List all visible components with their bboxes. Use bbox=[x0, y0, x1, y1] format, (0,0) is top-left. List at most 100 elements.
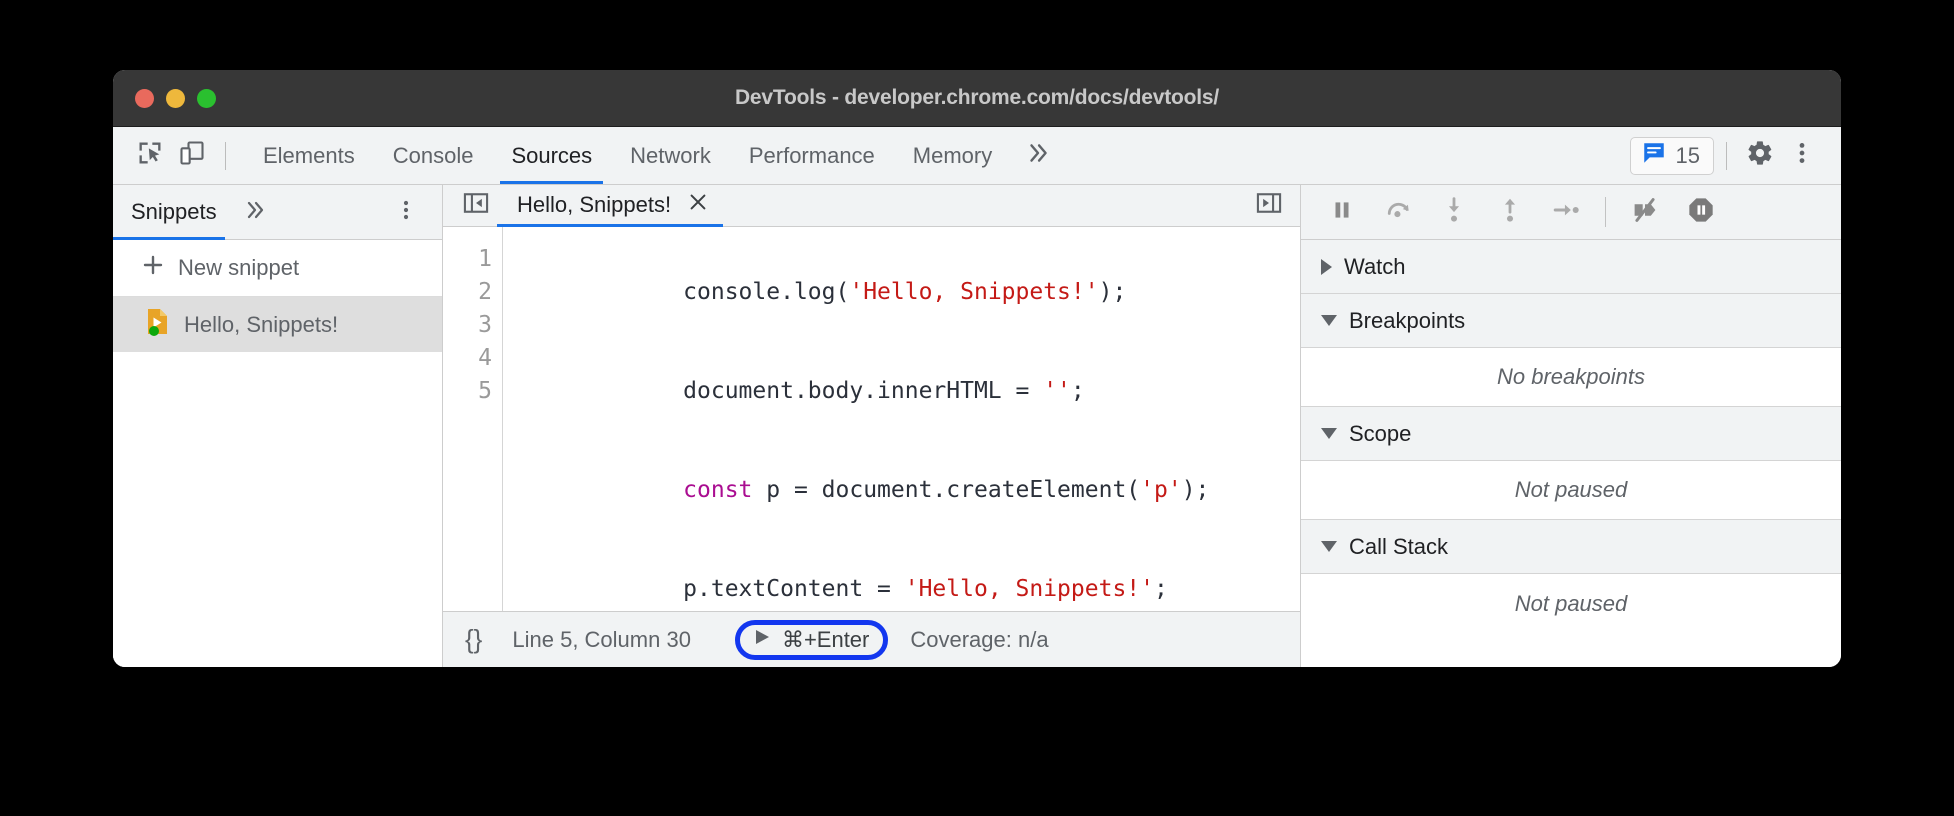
code-token-string: 'Hello, Snippets!' bbox=[905, 576, 1154, 602]
editor-tab-hello-snippets[interactable]: Hello, Snippets! bbox=[497, 185, 725, 226]
line-number: 3 bbox=[443, 309, 492, 342]
window-title: DevTools - developer.chrome.com/docs/dev… bbox=[113, 86, 1841, 110]
settings-button[interactable] bbox=[1739, 136, 1781, 176]
tab-memory[interactable]: Memory bbox=[894, 127, 1011, 184]
line-number-gutter: 1 2 3 4 5 bbox=[443, 227, 503, 611]
step-over-icon bbox=[1384, 196, 1412, 229]
sidebar-section-title: Breakpoints bbox=[1349, 308, 1465, 334]
play-icon bbox=[752, 627, 772, 653]
tab-elements[interactable]: Elements bbox=[244, 127, 374, 184]
window-minimize-button[interactable] bbox=[166, 89, 185, 108]
window-close-button[interactable] bbox=[135, 89, 154, 108]
expand-sidebar-button[interactable] bbox=[1248, 185, 1290, 225]
device-toolbar-button[interactable] bbox=[171, 136, 213, 176]
code-token: ); bbox=[1182, 477, 1210, 503]
code-token: ; bbox=[1154, 576, 1168, 602]
debugger-toolbar-divider bbox=[1605, 197, 1606, 227]
sidebar-section-title: Scope bbox=[1349, 421, 1411, 447]
step-over-button[interactable] bbox=[1373, 191, 1423, 233]
breakpoints-empty-message: No breakpoints bbox=[1301, 348, 1841, 407]
tab-sources-label: Sources bbox=[511, 143, 592, 169]
three-dot-menu-icon bbox=[394, 198, 418, 227]
chevron-down-icon bbox=[1321, 315, 1337, 326]
window-maximize-button[interactable] bbox=[197, 89, 216, 108]
code-token: p.textContent = bbox=[683, 576, 905, 602]
collapse-sidebar-left-icon bbox=[462, 189, 490, 222]
toolbar-divider bbox=[225, 142, 226, 170]
code-line: document.body.innerHTML = ''; bbox=[517, 342, 1300, 441]
tab-console[interactable]: Console bbox=[374, 127, 493, 184]
sidebar-section-title: Watch bbox=[1344, 254, 1406, 280]
code-token: ); bbox=[1099, 279, 1127, 305]
gear-icon bbox=[1746, 139, 1774, 172]
line-number: 2 bbox=[443, 276, 492, 309]
editor-statusbar: {} Line 5, Column 30 ⌘+Enter Coverage: n… bbox=[443, 611, 1300, 667]
devtools-window: DevTools - developer.chrome.com/docs/dev… bbox=[113, 70, 1841, 667]
sidebar-section-call-stack[interactable]: Call Stack bbox=[1301, 520, 1841, 574]
code-line: const p = document.createElement('p'); bbox=[517, 441, 1300, 540]
step-out-icon bbox=[1497, 196, 1523, 229]
editor-tabbar: Hello, Snippets! bbox=[443, 185, 1300, 227]
console-messages-badge[interactable]: 15 bbox=[1630, 137, 1714, 175]
code-lines[interactable]: console.log( 'Hello, Snippets!'); documen… bbox=[503, 227, 1300, 611]
navigator-tabbar: Snippets bbox=[113, 185, 442, 240]
chevron-double-right-icon bbox=[243, 198, 267, 227]
line-number: 5 bbox=[443, 375, 492, 408]
navigator-more-tabs-button[interactable] bbox=[233, 198, 277, 227]
step-out-button[interactable] bbox=[1485, 191, 1535, 233]
code-token-string: '' bbox=[1043, 378, 1071, 404]
pause-on-exceptions-button[interactable] bbox=[1676, 191, 1726, 233]
new-snippet-label: New snippet bbox=[178, 255, 299, 281]
step-into-icon bbox=[1441, 196, 1467, 229]
debugger-toolbar bbox=[1301, 185, 1841, 240]
tab-network[interactable]: Network bbox=[611, 127, 730, 184]
panel-tab-list: Elements Console Sources Network Perform… bbox=[244, 127, 1065, 184]
devtools-body: Snippets bbox=[113, 185, 1841, 667]
code-token: ; bbox=[1071, 378, 1085, 404]
new-snippet-button[interactable]: New snippet bbox=[113, 240, 442, 297]
window-titlebar: DevTools - developer.chrome.com/docs/dev… bbox=[113, 70, 1841, 127]
inspect-element-icon bbox=[136, 139, 164, 172]
main-menu-button[interactable] bbox=[1781, 136, 1823, 176]
inspect-element-button[interactable] bbox=[129, 136, 171, 176]
tab-console-label: Console bbox=[393, 143, 474, 169]
run-snippet-button[interactable]: ⌘+Enter bbox=[735, 620, 888, 660]
list-item[interactable]: Hello, Snippets! bbox=[113, 297, 442, 352]
more-panels-button[interactable] bbox=[1011, 127, 1065, 184]
expand-sidebar-right-icon bbox=[1255, 189, 1283, 222]
tab-performance[interactable]: Performance bbox=[730, 127, 894, 184]
tab-sources[interactable]: Sources bbox=[492, 127, 611, 184]
code-token: console.log( bbox=[683, 279, 849, 305]
sidebar-section-watch[interactable]: Watch bbox=[1301, 240, 1841, 294]
plus-icon bbox=[141, 253, 165, 283]
list-item-label: Hello, Snippets! bbox=[184, 312, 338, 338]
deactivate-breakpoints-icon bbox=[1630, 196, 1660, 229]
toolbar-divider-2 bbox=[1726, 142, 1727, 170]
pause-on-exceptions-icon bbox=[1687, 196, 1715, 229]
traffic-light-group bbox=[113, 89, 216, 108]
device-toolbar-icon bbox=[178, 139, 206, 172]
editor-tab-label: Hello, Snippets! bbox=[517, 192, 671, 218]
tab-performance-label: Performance bbox=[749, 143, 875, 169]
call-stack-empty-message: Not paused bbox=[1301, 574, 1841, 633]
sidebar-section-breakpoints[interactable]: Breakpoints bbox=[1301, 294, 1841, 348]
deactivate-breakpoints-button[interactable] bbox=[1620, 191, 1670, 233]
debugger-pane: Watch Breakpoints No breakpoints Scope N… bbox=[1301, 185, 1841, 667]
resume-pause-button[interactable] bbox=[1317, 191, 1367, 233]
line-number: 4 bbox=[443, 342, 492, 375]
tab-elements-label: Elements bbox=[263, 143, 355, 169]
code-token-keyword: const bbox=[683, 477, 752, 503]
step-button[interactable] bbox=[1541, 191, 1591, 233]
snippet-file-icon bbox=[145, 308, 171, 342]
navigator-menu-button[interactable] bbox=[384, 198, 428, 227]
collapse-sidebar-button[interactable] bbox=[455, 185, 497, 225]
sidebar-section-title: Call Stack bbox=[1349, 534, 1448, 560]
chevron-down-icon bbox=[1321, 541, 1337, 552]
message-bubble-icon bbox=[1641, 140, 1667, 171]
sidebar-section-scope[interactable]: Scope bbox=[1301, 407, 1841, 461]
sidebar-item-snippets[interactable]: Snippets bbox=[113, 185, 233, 239]
close-icon[interactable] bbox=[687, 191, 709, 219]
step-into-button[interactable] bbox=[1429, 191, 1479, 233]
pretty-print-button[interactable]: {} bbox=[465, 624, 482, 655]
code-editor[interactable]: 1 2 3 4 5 console.log( 'Hello, Snippets!'… bbox=[443, 227, 1300, 611]
